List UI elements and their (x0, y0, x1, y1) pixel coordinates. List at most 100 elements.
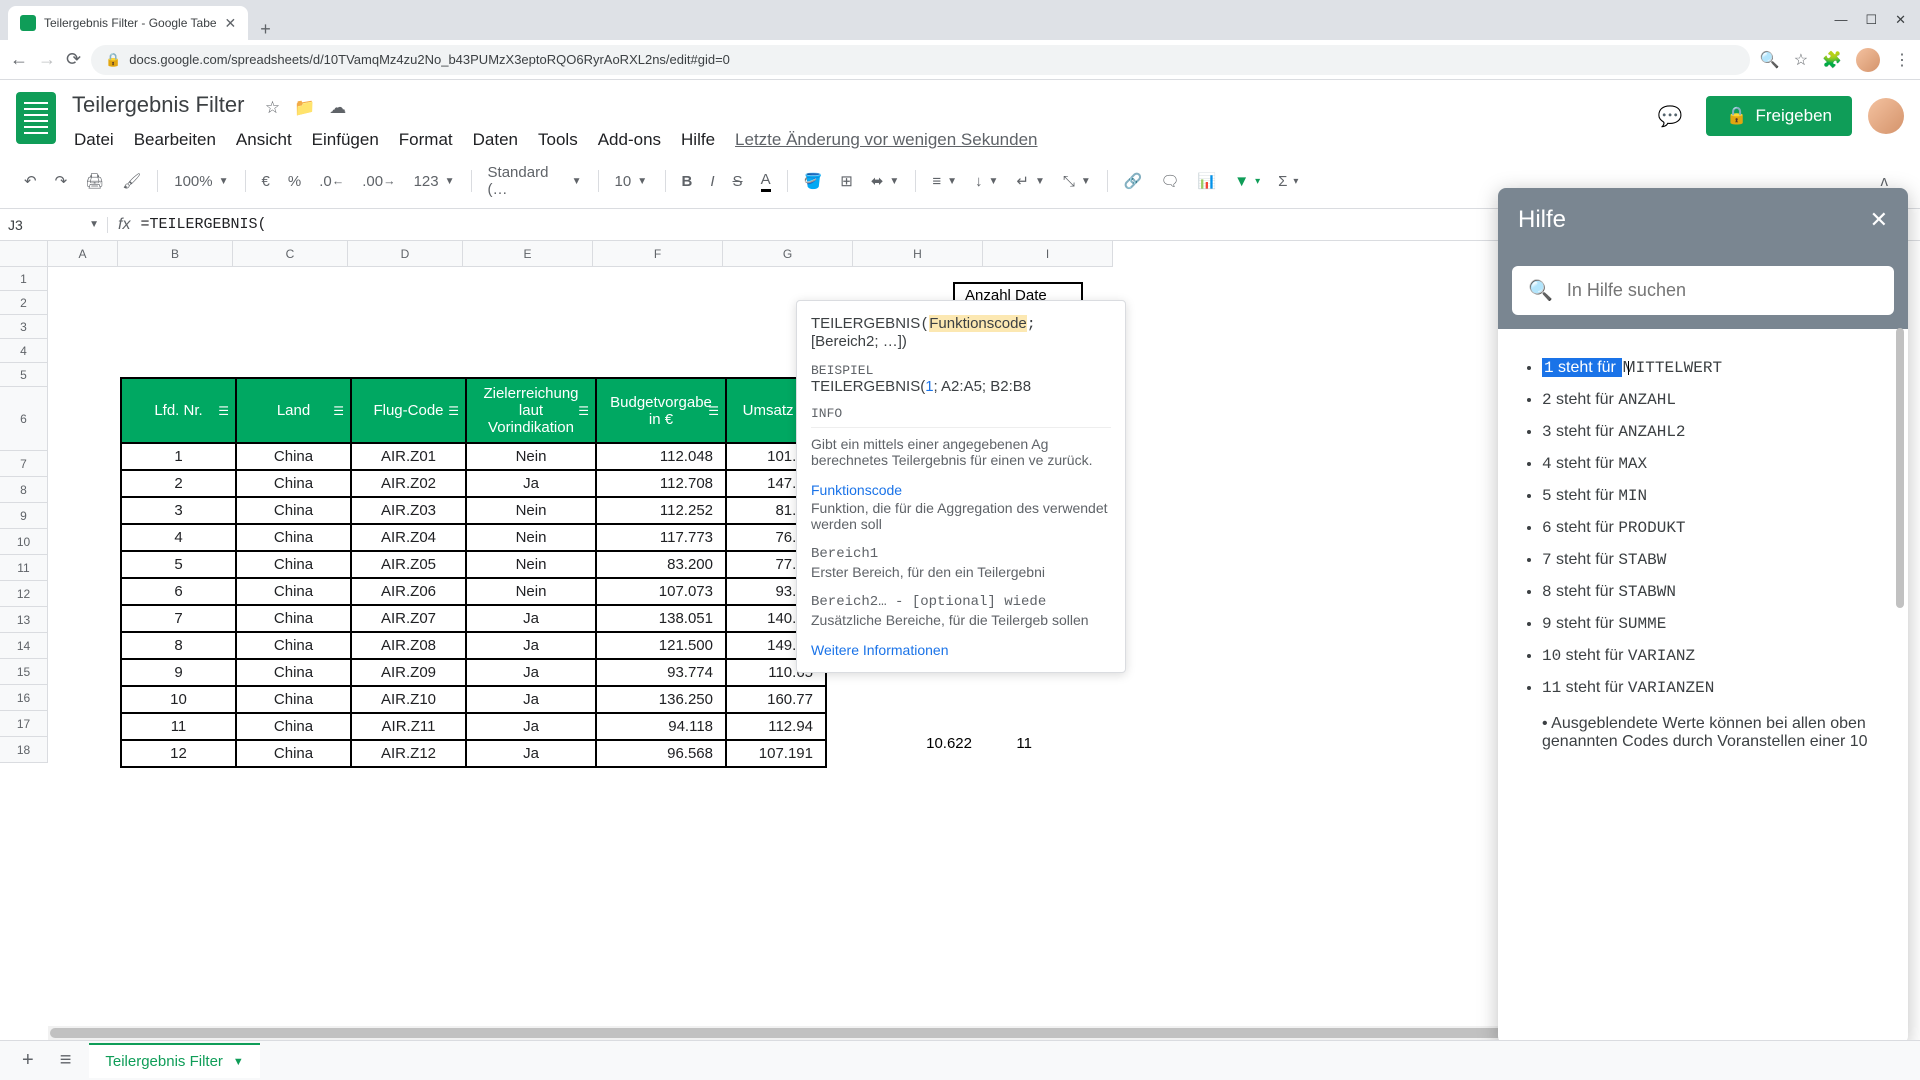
row-header-1[interactable]: 1 (0, 267, 47, 291)
table-cell[interactable]: 93.774 (596, 659, 726, 686)
collapse-toolbar-icon[interactable]: ʌ (1865, 173, 1905, 190)
column-header-C[interactable]: C (233, 241, 348, 266)
table-cell[interactable]: China (236, 713, 351, 740)
chart-icon[interactable]: 📊 (1190, 166, 1225, 196)
table-cell[interactable]: Nein (466, 524, 596, 551)
bookmark-icon[interactable]: ☆ (1794, 50, 1808, 70)
sheets-logo-icon[interactable] (16, 92, 56, 144)
functions-icon[interactable]: Σ▾ (1270, 169, 1306, 194)
row-header-16[interactable]: 16 (0, 685, 47, 711)
cell-i18[interactable]: 11 (984, 731, 1044, 756)
table-cell[interactable]: 96.568 (596, 740, 726, 767)
help-scrollbar[interactable] (1896, 318, 1906, 1024)
comments-button[interactable]: 💬 (1650, 96, 1690, 136)
table-row[interactable]: 3ChinaAIR.Z03Nein112.25281.94 (121, 497, 826, 524)
table-cell[interactable]: 8 (121, 632, 236, 659)
cloud-status-icon[interactable]: ☁ (329, 98, 346, 118)
table-header[interactable]: Lfd. Nr.☰ (121, 378, 236, 443)
table-cell[interactable]: AIR.Z12 (351, 740, 466, 767)
zoom-select[interactable]: 100%▼ (166, 169, 236, 194)
help-code-item[interactable]: 1 steht für MITTELWERT (1542, 359, 1888, 377)
column-header-D[interactable]: D (348, 241, 463, 266)
table-cell[interactable]: 112.94 (726, 713, 826, 740)
table-cell[interactable]: China (236, 524, 351, 551)
help-code-item[interactable]: 8 steht für STABWN (1542, 583, 1888, 601)
help-code-item[interactable]: 9 steht für SUMME (1542, 615, 1888, 633)
table-cell[interactable]: AIR.Z02 (351, 470, 466, 497)
table-cell[interactable]: 136.250 (596, 686, 726, 713)
table-cell[interactable]: 5 (121, 551, 236, 578)
table-cell[interactable]: 117.773 (596, 524, 726, 551)
table-cell[interactable]: China (236, 443, 351, 470)
table-row[interactable]: 2ChinaAIR.Z02Ja112.708147.64 (121, 470, 826, 497)
row-header-9[interactable]: 9 (0, 503, 47, 529)
table-cell[interactable]: 7 (121, 605, 236, 632)
font-select[interactable]: Standard (…▼ (480, 160, 590, 202)
table-cell[interactable]: 6 (121, 578, 236, 605)
table-cell[interactable]: China (236, 470, 351, 497)
table-row[interactable]: 12ChinaAIR.Z12Ja96.568107.191 (121, 740, 826, 767)
new-tab-button[interactable]: + (248, 19, 283, 40)
table-cell[interactable]: AIR.Z03 (351, 497, 466, 524)
merge-cells-icon[interactable]: ⬌▼ (863, 168, 907, 194)
table-row[interactable]: 5ChinaAIR.Z05Nein83.20077.37 (121, 551, 826, 578)
help-code-item[interactable]: 10 steht für VARIANZ (1542, 647, 1888, 665)
help-code-item[interactable]: 5 steht für MIN (1542, 487, 1888, 505)
table-cell[interactable]: China (236, 632, 351, 659)
table-cell[interactable]: China (236, 497, 351, 524)
column-header-G[interactable]: G (723, 241, 853, 266)
table-row[interactable]: 4ChinaAIR.Z04Nein117.77376.55 (121, 524, 826, 551)
row-header-10[interactable]: 10 (0, 529, 47, 555)
table-cell[interactable]: 83.200 (596, 551, 726, 578)
table-cell[interactable]: 138.051 (596, 605, 726, 632)
menu-format[interactable]: Format (391, 126, 461, 154)
bold-icon[interactable]: B (674, 167, 701, 196)
row-header-7[interactable]: 7 (0, 451, 47, 477)
zoom-icon[interactable]: 🔍 (1760, 50, 1780, 70)
table-header[interactable]: Land☰ (236, 378, 351, 443)
table-cell[interactable]: 11 (121, 713, 236, 740)
table-cell[interactable]: AIR.Z01 (351, 443, 466, 470)
comment-icon[interactable]: 🗨 (1153, 166, 1188, 196)
menu-daten[interactable]: Daten (465, 126, 526, 154)
redo-icon[interactable]: ↷ (47, 166, 76, 196)
menu-bearbeiten[interactable]: Bearbeiten (126, 126, 224, 154)
name-box[interactable]: J3▼ (0, 217, 108, 233)
column-header-A[interactable]: A (48, 241, 118, 266)
help-content[interactable]: 1 steht für MITTELWERT2 steht für ANZAHL… (1498, 329, 1908, 1044)
paint-format-icon[interactable]: 🖌 (114, 166, 149, 196)
text-color-icon[interactable]: A (753, 165, 779, 198)
filter-icon[interactable]: ☰ (708, 404, 719, 418)
table-cell[interactable]: Nein (466, 551, 596, 578)
table-row[interactable]: 7ChinaAIR.Z07Ja138.051140.81 (121, 605, 826, 632)
table-cell[interactable]: 160.77 (726, 686, 826, 713)
table-row[interactable]: 10ChinaAIR.Z10Ja136.250160.77 (121, 686, 826, 713)
filter-icon[interactable]: ☰ (333, 404, 344, 418)
forward-icon[interactable]: → (38, 49, 56, 70)
add-sheet-button[interactable]: + (14, 1045, 42, 1076)
table-cell[interactable]: 94.118 (596, 713, 726, 740)
table-cell[interactable]: Nein (466, 443, 596, 470)
menu-tools[interactable]: Tools (530, 126, 586, 154)
browser-tab[interactable]: Teilergebnis Filter - Google Tabe ✕ (8, 6, 248, 40)
menu-add-ons[interactable]: Add-ons (590, 126, 669, 154)
wrap-icon[interactable]: ↵▼ (1008, 168, 1052, 194)
fill-color-icon[interactable]: 🪣 (796, 166, 831, 196)
table-cell[interactable]: China (236, 740, 351, 767)
table-cell[interactable]: 10 (121, 686, 236, 713)
cell-h18[interactable]: 10.622 (854, 731, 984, 756)
row-header-18[interactable]: 18 (0, 737, 47, 763)
table-cell[interactable]: AIR.Z10 (351, 686, 466, 713)
table-cell[interactable]: AIR.Z09 (351, 659, 466, 686)
row-header-12[interactable]: 12 (0, 581, 47, 607)
row-header-2[interactable]: 2 (0, 291, 47, 315)
table-header[interactable]: Flug-Code☰ (351, 378, 466, 443)
close-help-icon[interactable]: ✕ (1870, 207, 1888, 233)
table-row[interactable]: 9ChinaAIR.Z09Ja93.774110.65 (121, 659, 826, 686)
column-header-B[interactable]: B (118, 241, 233, 266)
table-row[interactable]: 1ChinaAIR.Z01Nein112.048101.96 (121, 443, 826, 470)
help-search-box[interactable]: 🔍 (1512, 266, 1894, 315)
table-cell[interactable]: China (236, 551, 351, 578)
move-icon[interactable]: 📁 (294, 98, 315, 118)
link-icon[interactable]: 🔗 (1116, 166, 1151, 196)
